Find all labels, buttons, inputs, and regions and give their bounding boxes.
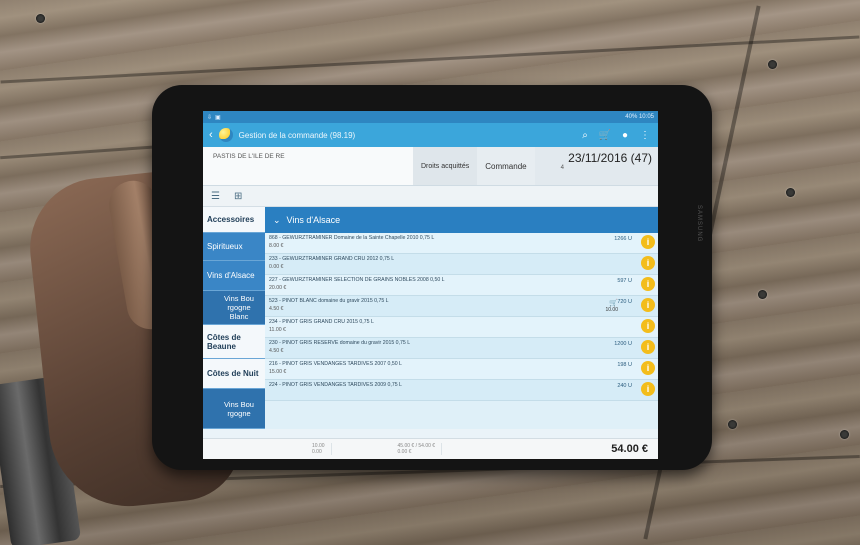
category-item[interactable]: Vins d'Alsace [203, 261, 265, 292]
product-row[interactable]: 523 - PINOT BLANC domaine du gravir 2015… [265, 296, 658, 317]
app-logo-icon [218, 128, 233, 142]
product-row[interactable]: 234 - PINOT GRIS GRAND CRU 2015 0,75 L 1… [265, 317, 658, 338]
info-icon[interactable]: i [641, 319, 655, 333]
stock-qty: 1266 U [614, 236, 632, 242]
brand-logo: SAMSUNG [696, 205, 702, 243]
footer-amounts: 45.00 € / 54.00 € 0.00 € [392, 443, 443, 455]
category-item[interactable]: Spiritueux [203, 233, 265, 262]
info-icon[interactable]: i [641, 235, 655, 249]
overflow-menu-icon[interactable]: ⋮ [638, 130, 652, 141]
stock-qty: 597 U [617, 278, 632, 284]
info-icon[interactable]: i [641, 382, 655, 396]
screw [728, 420, 737, 429]
stock-qty: 198 U [617, 362, 632, 368]
image-icon: ▣ [215, 114, 221, 121]
screw [758, 290, 767, 299]
grid-view-icon[interactable]: ⊞ [234, 191, 242, 202]
info-icon[interactable]: i [641, 361, 655, 375]
footer-quantities: 10.00 0.00 [306, 443, 332, 455]
category-item[interactable]: Accessoires [203, 207, 265, 234]
product-row[interactable]: 227 - GEWURZTRAMINER SELECTION DE GRAINS… [265, 275, 658, 296]
product-row[interactable]: 224 - PINOT GRIS VENDANGES TARDIVES 2009… [265, 380, 658, 401]
stock-qty: 240 U [617, 383, 632, 389]
product-price: 0.00 € [269, 264, 284, 270]
screw [768, 60, 777, 69]
app-title: Gestion de la commande (98.19) [238, 130, 356, 140]
product-row[interactable]: 216 - PINOT GRIS VENDANGES TARDIVES 2007… [265, 359, 658, 380]
view-toolbar: ☰ ⊞ [203, 186, 658, 207]
order-footer: 10.00 0.00 45.00 € / 54.00 € 0.00 € 54.0… [203, 438, 658, 459]
list-header-label: Vins d'Alsace [286, 215, 341, 225]
product-name: 868 - GEWURZTRAMINER Domaine de la Saint… [269, 235, 435, 241]
order-total: 54.00 € [611, 443, 648, 455]
list-header[interactable]: ⌄ Vins d'Alsace [265, 207, 658, 233]
footer-remise: 0.00 € [397, 449, 412, 455]
product-price: 20.00 € [269, 285, 287, 291]
list-view-icon[interactable]: ☰ [211, 191, 220, 202]
tablet-screen: ⇩ ▣ 40% 10:05 ‹ Gestion de la commande (9… [203, 111, 658, 459]
category-sidebar: Accessoires Spiritueux Vins d'Alsace Vin… [203, 207, 265, 429]
order-header: PASTIS DE L'ILE DE RE Droits acquittés C… [203, 147, 658, 186]
catalog-body: Accessoires Spiritueux Vins d'Alsace Vin… [203, 207, 658, 429]
info-icon[interactable]: i [641, 298, 655, 312]
product-price: 8.00 € [269, 243, 284, 249]
cart-qty: 10.00 [605, 307, 618, 313]
product-name: 234 - PINOT GRIS GRAND CRU 2015 0,75 L [269, 319, 374, 325]
product-name: 216 - PINOT GRIS VENDANGES TARDIVES 2007… [269, 361, 402, 367]
category-item[interactable]: Côtes de Nuit [203, 359, 265, 390]
category-item[interactable]: Vins Bou rgogne [203, 389, 265, 429]
product-row[interactable]: 233 - GEWURZTRAMINER GRAND CRU 2012 0,75… [265, 254, 658, 275]
plank-gap [0, 35, 860, 84]
category-item[interactable]: Vins Bou rgogne Blanc [203, 291, 265, 326]
info-icon[interactable]: i [641, 256, 655, 270]
order-number: 4 [560, 165, 564, 171]
product-price: 4.50 € [269, 348, 284, 354]
screw [36, 14, 45, 23]
stock-qty: 1200 U [614, 341, 632, 347]
info-icon[interactable]: i [641, 277, 655, 291]
product-name: 224 - PINOT GRIS VENDANGES TARDIVES 2009… [269, 382, 402, 388]
client-name[interactable]: PASTIS DE L'ILE DE RE [203, 147, 413, 185]
product-name: 230 - PINOT GRIS RESERVE domaine du grav… [269, 340, 411, 346]
back-icon[interactable]: ‹ [209, 129, 213, 141]
order-date: 23/11/2016 (47) [568, 151, 652, 165]
product-name: 227 - GEWURZTRAMINER SELECTION DE GRAINS… [269, 277, 445, 283]
status-bar: ⇩ ▣ 40% 10:05 [203, 111, 658, 123]
cart-icon[interactable]: 🛒 [598, 130, 612, 141]
product-row[interactable]: 868 - GEWURZTRAMINER Domaine de la Saint… [265, 233, 658, 254]
stock-qty: 720 U [617, 299, 632, 305]
screw [786, 188, 795, 197]
status-right: 40% 10:05 [625, 114, 654, 120]
product-price: 15.00 € [269, 369, 287, 375]
info-icon[interactable]: i [641, 340, 655, 354]
order-date-block[interactable]: 23/11/2016 (47) 4 [534, 147, 658, 185]
user-icon[interactable]: ● [618, 130, 632, 141]
tab-commande[interactable]: Commande [477, 147, 535, 185]
product-list: ⌄ Vins d'Alsace 868 - GEWURZTRAMINER Dom… [265, 207, 658, 429]
product-name: 233 - GEWURZTRAMINER GRAND CRU 2012 0,75… [269, 256, 395, 262]
product-price: 11.00 € [269, 327, 286, 333]
category-item[interactable]: Côtes de Beaune [203, 325, 265, 360]
footer-qty-b: 0.00 [312, 449, 322, 455]
product-name: 523 - PINOT BLANC domaine du gravir 2015… [269, 298, 389, 304]
product-row[interactable]: 230 - PINOT GRIS RESERVE domaine du grav… [265, 338, 658, 359]
product-price: 4.50 € [269, 306, 284, 312]
app-bar: ‹ Gestion de la commande (98.19) ⌕ 🛒 ● ⋮ [203, 123, 658, 147]
tab-droits-acquittes[interactable]: Droits acquittés [413, 147, 478, 185]
notification-icon: ⇩ [207, 114, 213, 121]
screw [840, 430, 849, 439]
chevron-down-icon: ⌄ [273, 214, 281, 225]
search-icon[interactable]: ⌕ [578, 130, 592, 141]
